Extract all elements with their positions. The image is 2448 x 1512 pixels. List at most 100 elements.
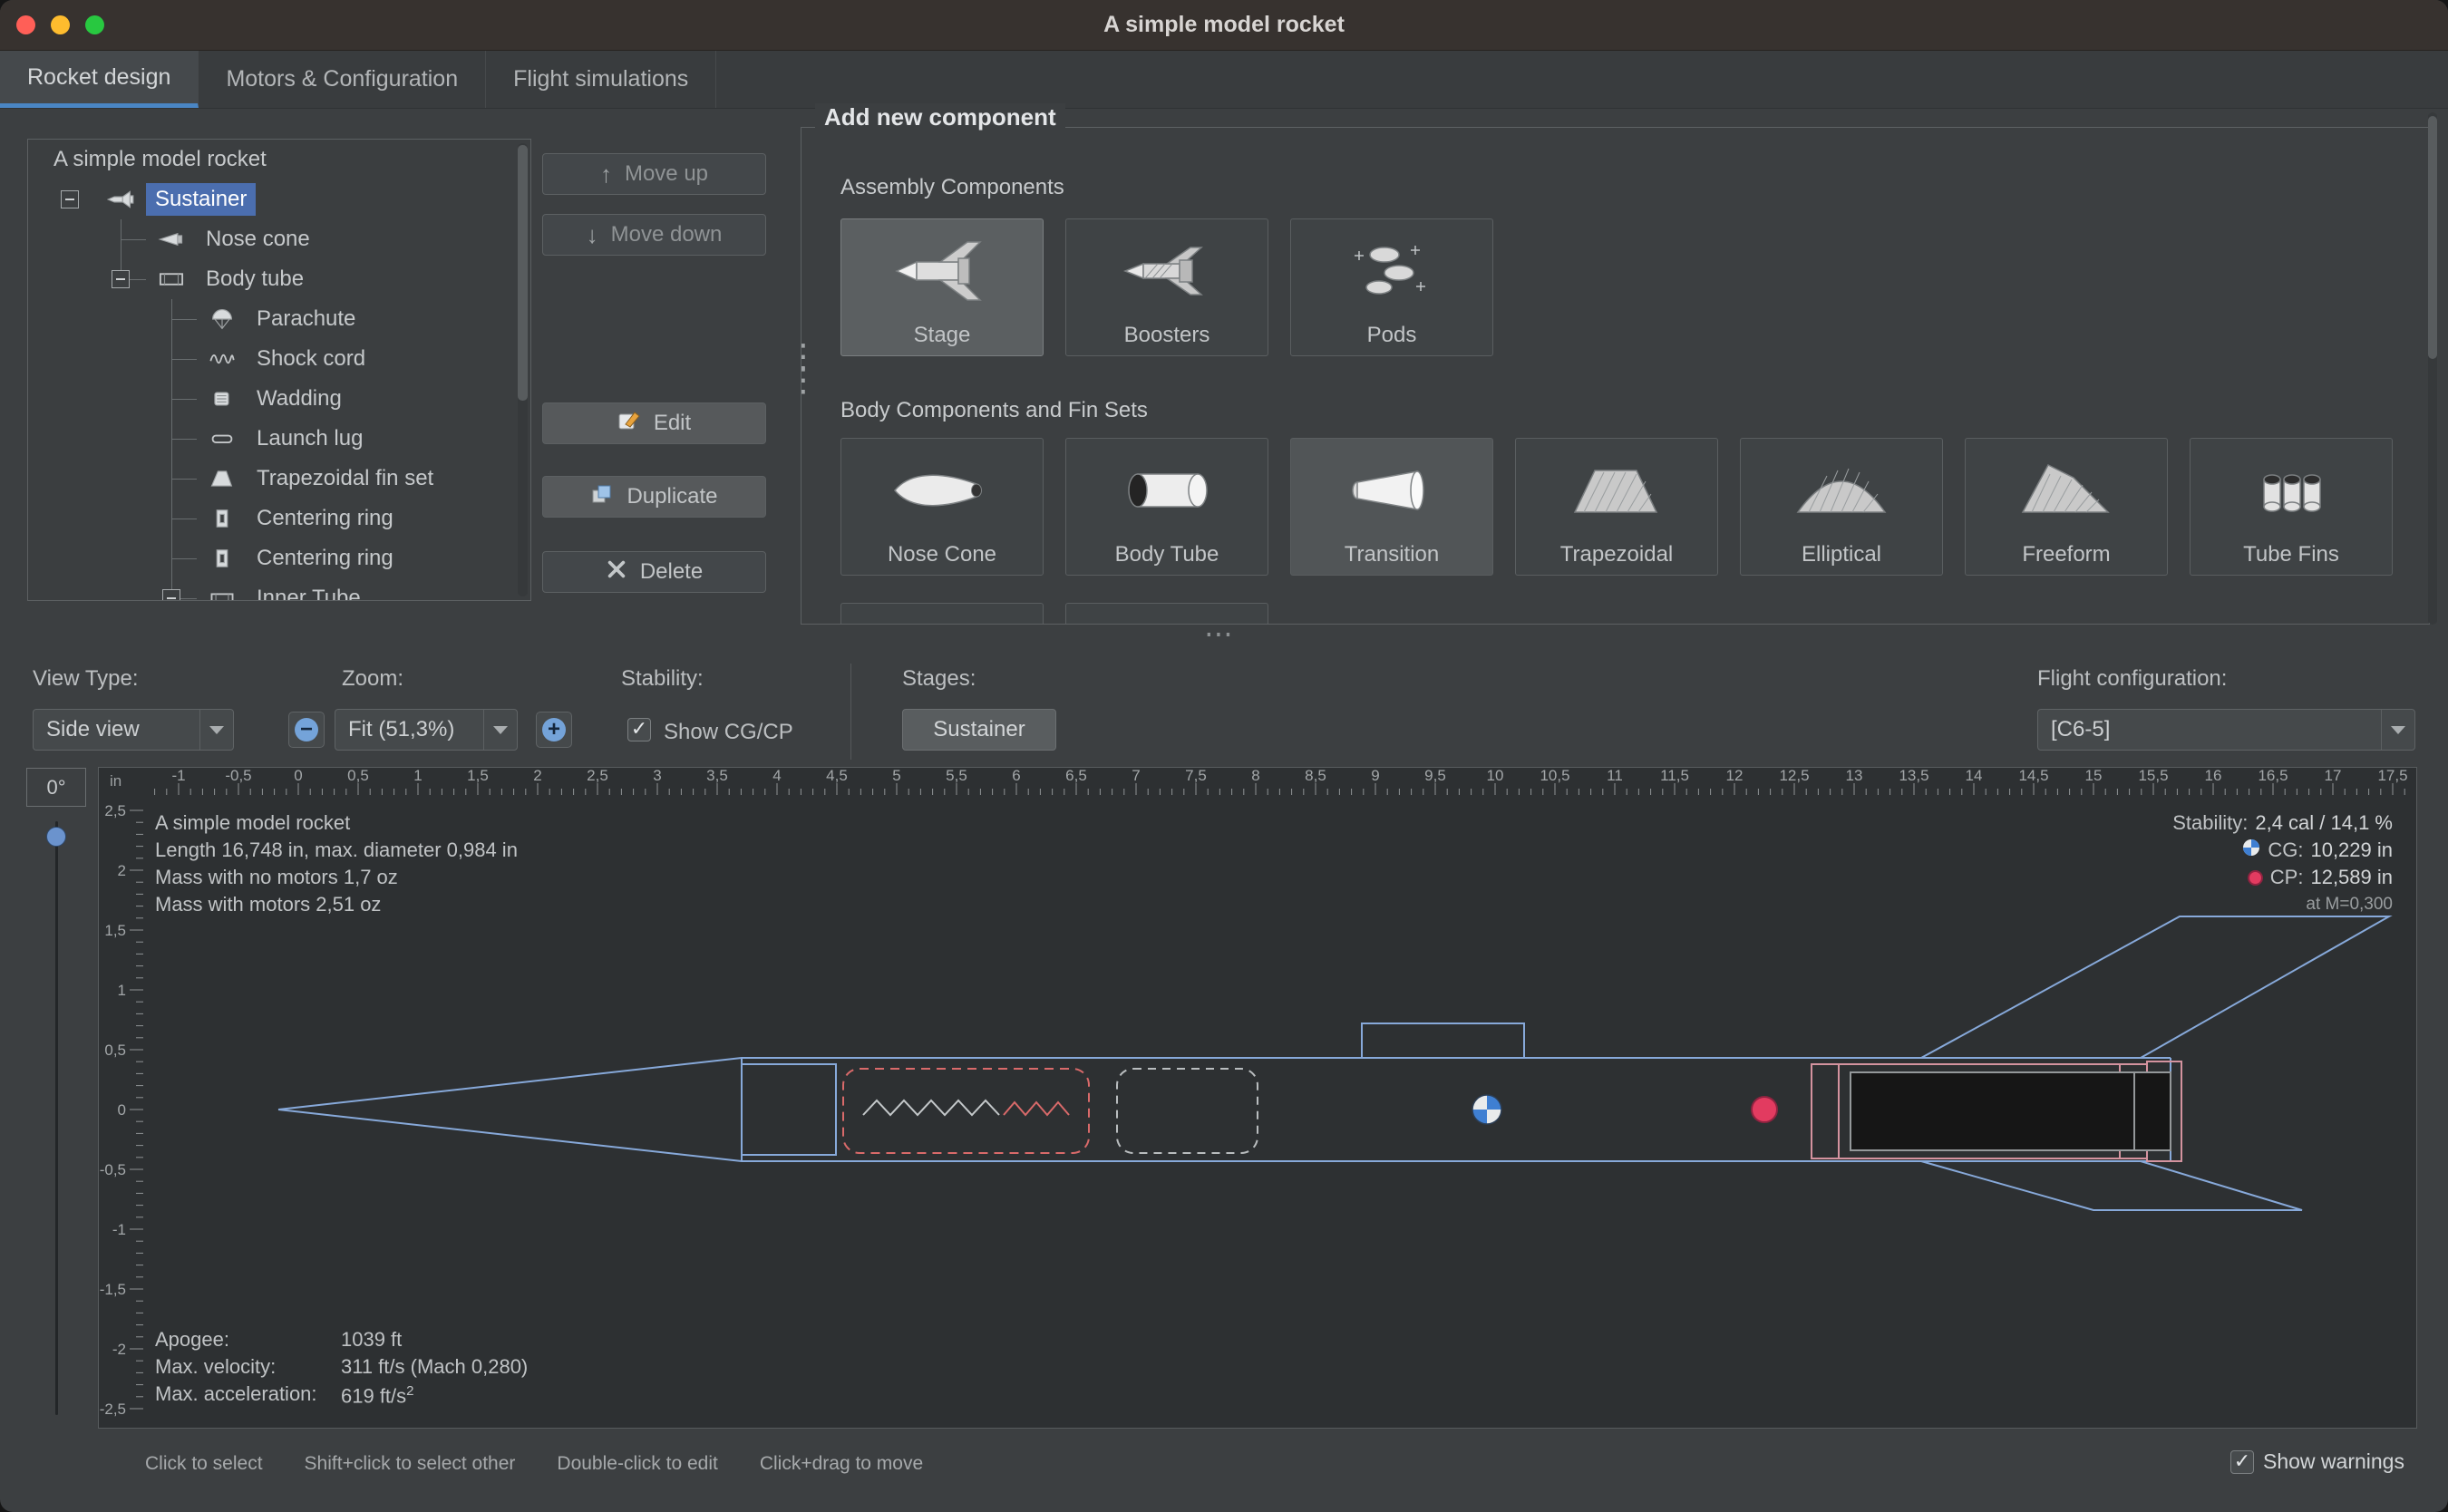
duplicate-button[interactable]: Duplicate [542,476,766,518]
svg-text:15,5: 15,5 [2138,768,2168,784]
tab-motors-configuration[interactable]: Motors & Configuration [199,51,486,108]
tree-item-parachute[interactable]: Parachute [28,299,530,339]
tree-item-a-simple-model-rocket[interactable]: A simple model rocket [28,140,530,179]
tree-guide [44,219,95,259]
zoom-in-button[interactable]: + [536,712,572,748]
cp-icon [2248,870,2263,886]
add-pods-button[interactable]: Pods [1290,218,1493,356]
move-up-button[interactable]: ↑ Move up [542,153,766,195]
show-cgcp-checkbox[interactable]: ✓ [627,718,651,741]
add-nose-cone-button[interactable]: Nose Cone [840,438,1044,576]
tree-guide [95,578,146,601]
plus-icon: + [542,718,566,741]
component-button-clipped[interactable] [840,603,1044,625]
flight-config-select[interactable]: [C6-5] [2037,709,2415,751]
svg-text:10,5: 10,5 [1540,768,1569,784]
tree-item-wadding[interactable]: Wadding [28,379,530,419]
move-down-button[interactable]: ↓ Move down [542,214,766,256]
stage-toggle-sustainer[interactable]: Sustainer [902,709,1056,751]
rotation-slider[interactable] [55,821,58,1415]
chevron-down-icon [2381,710,2414,750]
svg-text:0: 0 [294,768,302,784]
tree-scrollbar[interactable] [518,143,528,596]
tree-item-centering-ring[interactable]: Centering ring [28,538,530,578]
tree-item-body-tube[interactable]: Body tube [28,259,530,299]
tree-item-sustainer[interactable]: Sustainer [28,179,530,219]
minus-icon: − [295,718,318,741]
delete-button[interactable]: Delete [542,551,766,593]
delete-x-icon [606,558,627,586]
split-divider-handle[interactable]: ⋯ [1204,616,1233,651]
zoom-select[interactable]: Fit (51,3%) [335,709,518,751]
tree-guide [44,459,95,499]
svg-text:0,5: 0,5 [104,1042,126,1059]
launchlug-icon [197,419,248,459]
add-boosters-button[interactable]: Boosters [1065,218,1268,356]
add-trapezoidal-button[interactable]: Trapezoidal [1515,438,1718,576]
tab-flight-simulations[interactable]: Flight simulations [486,51,716,108]
component-button-clipped[interactable] [1065,603,1268,625]
add-freeform-button[interactable]: Freeform [1965,438,2168,576]
collapse-handle[interactable] [112,270,130,288]
add-stage-button[interactable]: Stage [840,218,1044,356]
tab-rocket-design[interactable]: Rocket design [0,51,199,108]
zoom-out-button[interactable]: − [288,712,325,748]
controls-separator [850,664,851,760]
view-type-value: Side view [34,717,199,742]
view-type-select[interactable]: Side view [33,709,234,751]
svg-text:13: 13 [1846,768,1863,784]
rocket-info-line: Mass with motors 2,51 oz [155,891,518,918]
shockcord-icon [197,339,248,379]
svg-text:0,5: 0,5 [347,768,369,784]
tree-guide [146,379,197,419]
zoom-label: Zoom: [342,666,403,692]
component-button-label: Tube Fins [2243,542,2339,567]
collapse-handle[interactable] [162,589,180,601]
panel-scrollbar[interactable] [2428,112,2437,625]
zoom-value: Fit (51,3%) [335,717,483,742]
tree-guide [146,499,197,538]
show-warnings-checkbox[interactable]: ✓ [2230,1450,2254,1474]
wadding-outline [1117,1069,1258,1153]
svg-text:1: 1 [413,768,422,784]
rocket-view[interactable]: in -1-0,500,511,522,533,544,555,566,577,… [98,767,2417,1429]
shock-cord-zigzag [863,1100,999,1115]
rocket-info-line: Mass with no motors 1,7 oz [155,864,518,891]
delete-label: Delete [640,559,703,585]
tree-item-nose-cone[interactable]: Nose cone [28,219,530,259]
vertical-ruler: -2,5-2-1,5-1-0,500,511,522,5 [99,796,144,1428]
tree-item-trapezoidal-fin-set[interactable]: Trapezoidal fin set [28,459,530,499]
tree-guide [95,499,146,538]
apogee-label: Apogee: [155,1326,341,1353]
stability-value: 2,4 cal / 14,1 % [2255,809,2393,837]
add-body-tube-button[interactable]: Body Tube [1065,438,1268,576]
horizontal-ruler: -1-0,500,511,522,533,544,555,566,577,588… [144,768,2416,796]
tree-item-launch-lug[interactable]: Launch lug [28,419,530,459]
rotation-slider-knob[interactable] [46,827,66,847]
tree-guide [95,219,146,259]
group-label-assembly-components: Assembly Components [840,175,1064,200]
tree-item-centering-ring[interactable]: Centering ring [28,499,530,538]
svg-text:17: 17 [2325,768,2342,784]
add-elliptical-button[interactable]: Elliptical [1740,438,1943,576]
cg-icon [2242,837,2260,864]
component-button-label: Freeform [2022,542,2110,567]
tree-item-inner-tube[interactable]: Inner Tube [28,578,530,601]
svg-text:4,5: 4,5 [826,768,848,784]
flight-performance: Apogee:1039 ft Max. velocity:311 ft/s (M… [155,1326,528,1408]
svg-text:14: 14 [1966,768,1983,784]
svg-text:10: 10 [1487,768,1504,784]
arrow-down-icon: ↓ [587,221,598,249]
tree-item-label: Wadding [248,383,351,415]
svg-text:-0,5: -0,5 [225,768,251,784]
tree-guide [95,538,146,578]
view-type-label: View Type: [33,666,139,692]
innertube-icon [197,578,248,601]
collapse-handle[interactable] [61,190,79,208]
tree-item-shock-cord[interactable]: Shock cord [28,339,530,379]
add-transition-button[interactable]: Transition [1290,438,1493,576]
edit-button[interactable]: Edit [542,402,766,444]
component-tree[interactable]: A simple model rocketSustainerNose coneB… [27,139,531,601]
add-tube-fins-button[interactable]: Tube Fins [2190,438,2393,576]
arrow-up-icon: ↑ [600,160,612,189]
